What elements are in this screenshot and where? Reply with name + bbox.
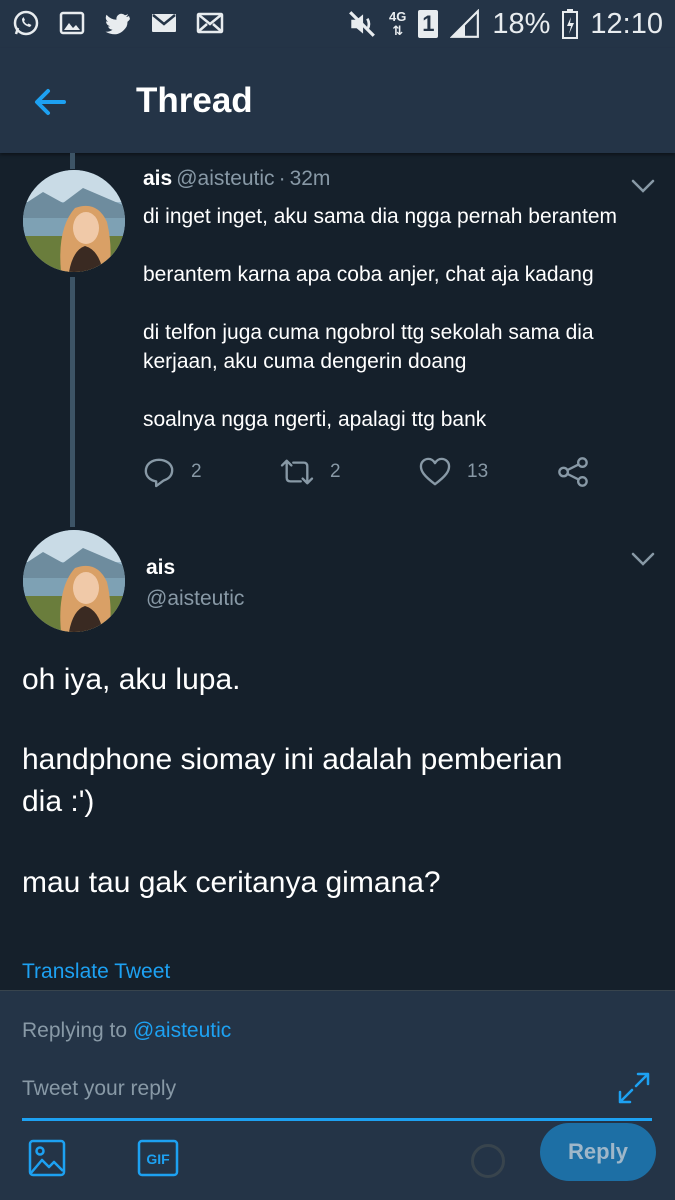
tweet-text-line: berantem karna apa coba anjer, chat aja … (143, 263, 594, 286)
retweet-count: 2 (330, 461, 341, 482)
retweet-action[interactable]: 2 (280, 452, 341, 492)
avatar-photo (23, 170, 125, 272)
twitter-icon (105, 13, 130, 35)
app-header: Thread (0, 48, 675, 153)
whatsapp-icon (13, 10, 39, 36)
tweet-text-line: handphone siomay ini adalah pemberian (22, 743, 563, 776)
tweet-text-line: di inget inget, aku sama dia ngga pernah… (143, 205, 617, 228)
author-handle[interactable]: @aisteutic (176, 167, 274, 190)
battery-icon (562, 9, 579, 39)
page-title: Thread (136, 81, 253, 120)
replying-to-label: Replying to (22, 1019, 128, 1042)
network-label: 4G (389, 9, 407, 24)
heart-icon (419, 457, 451, 486)
tweet-text-line: dia :') (22, 785, 95, 818)
tweet-text-line: di telfon juga cuma ngobrol ttg sekolah … (143, 321, 594, 344)
author-name[interactable]: ais (143, 167, 172, 190)
reply-count: 2 (191, 461, 202, 482)
chevron-down-icon[interactable] (631, 179, 655, 193)
battery-percent: 18% (492, 7, 551, 40)
gif-label: GIF (146, 1151, 170, 1167)
tweet-text-line: soalnya ngga ngerti, apalagi ttg bank (143, 408, 487, 431)
network-type: 4G ⇅ (389, 10, 406, 38)
tweet-timestamp[interactable]: 32m (290, 167, 331, 190)
tweet-header: ais @aisteutic · 32m (143, 167, 330, 191)
mail-icon (196, 12, 224, 34)
gallery-icon (59, 11, 85, 35)
replying-to-handle[interactable]: @aisteutic (133, 1019, 231, 1042)
author-handle[interactable]: @aisteutic (146, 587, 244, 611)
reply-composer: Replying to @aisteutic GIF Reply (0, 990, 675, 1200)
sim-icon: 1 (418, 10, 439, 38)
chevron-down-icon[interactable] (631, 552, 655, 566)
reply-action[interactable]: 2 (143, 452, 202, 492)
tweet-text-line: oh iya, aku lupa. (22, 663, 241, 696)
thread-line-top (70, 153, 75, 169)
share-icon (558, 457, 588, 487)
status-bar: 4G ⇅ 1 18% 12:10 (0, 0, 675, 48)
meta-separator: · (278, 167, 286, 190)
system-indicators: 4G ⇅ 1 18% 12:10 (347, 4, 663, 44)
reply-input[interactable] (22, 1071, 652, 1121)
signal-icon (450, 9, 480, 38)
clock: 12:10 (590, 7, 663, 40)
avatar[interactable] (23, 530, 125, 632)
tweet-text-line: kerjaan, aku cuma dengerin doang (143, 350, 467, 373)
email-icon (152, 14, 176, 32)
tweet-actions: 2 2 13 (143, 452, 603, 492)
replying-to: Replying to @aisteutic (22, 1019, 231, 1043)
author-name[interactable]: ais (146, 556, 175, 580)
like-action[interactable]: 13 (419, 452, 488, 492)
sim-slot: 1 (422, 11, 435, 36)
data-arrows-icon: ⇅ (392, 23, 404, 38)
back-arrow-icon[interactable] (30, 82, 70, 122)
gif-icon[interactable]: GIF (137, 1139, 179, 1177)
share-action[interactable] (557, 452, 589, 492)
mute-icon (349, 11, 375, 37)
reply-icon (144, 458, 174, 488)
image-icon[interactable] (28, 1139, 66, 1177)
notification-icons (12, 9, 224, 37)
reply-button[interactable]: Reply (540, 1123, 656, 1181)
tweet-text-line: mau tau gak ceritanya gimana? (22, 866, 441, 899)
character-counter (471, 1144, 505, 1178)
like-count: 13 (467, 461, 489, 482)
avatar-photo (23, 530, 125, 632)
expand-icon[interactable] (617, 1071, 651, 1105)
thread-line-connector (70, 277, 75, 527)
retweet-icon (280, 459, 314, 485)
translate-tweet-link[interactable]: Translate Tweet (22, 960, 170, 984)
avatar[interactable] (23, 170, 125, 272)
